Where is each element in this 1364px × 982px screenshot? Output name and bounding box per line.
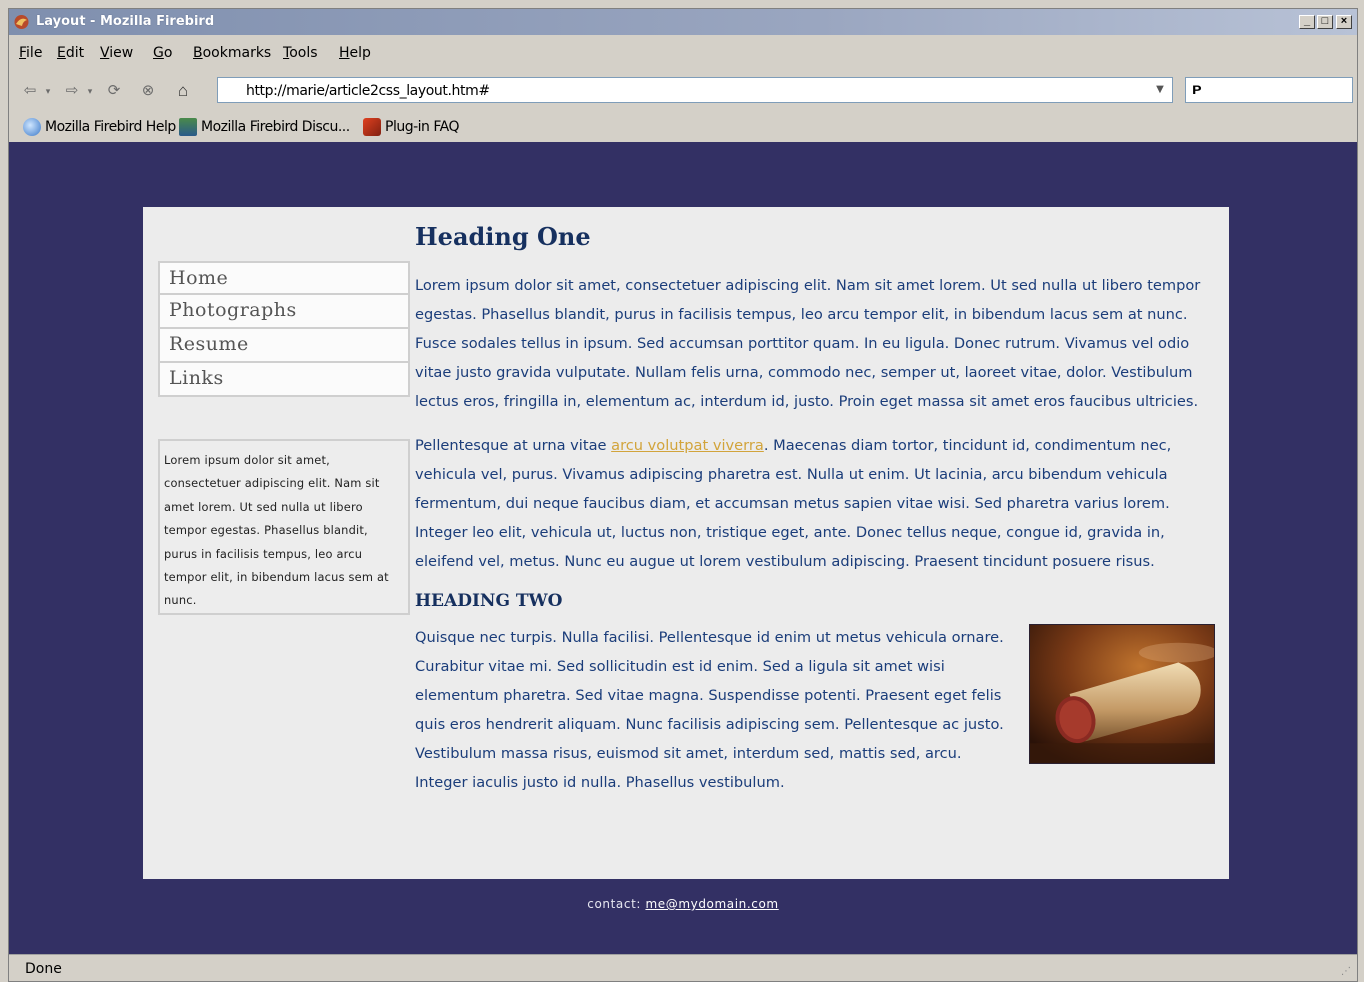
menu-bar: File Edit View Go Bookmarks Tools Help <box>9 43 1357 67</box>
bookmark-label: Plug-in FAQ <box>385 119 459 135</box>
search-input[interactable]: ᴘ <box>1185 77 1353 103</box>
paragraph-2-text: . Maecenas diam tortor, tincidunt id, co… <box>415 437 1172 570</box>
status-text: Done <box>25 961 62 977</box>
url-dropdown-icon[interactable]: ▼ <box>1152 82 1168 98</box>
bookmark-firebird-discussion[interactable]: Mozilla Firebird Discu... <box>179 118 350 136</box>
site-nav: Home Photographs Resume Links <box>158 261 410 397</box>
resize-grip-icon[interactable]: ⋰ <box>1341 966 1355 980</box>
contact-email-link[interactable]: me@mydomain.com <box>645 897 778 911</box>
search-icon[interactable]: ᴘ <box>1192 81 1202 99</box>
bookmark-firebird-help[interactable]: Mozilla Firebird Help <box>23 118 176 136</box>
menu-edit[interactable]: Edit <box>57 45 84 61</box>
home-icon[interactable]: ⌂ <box>172 81 194 101</box>
help-globe-icon <box>23 118 41 136</box>
url-bar[interactable]: http://marie/article2css_layout.htm# ▼ <box>217 77 1173 103</box>
inline-link[interactable]: arcu volutpat viverra <box>611 437 764 454</box>
heading-one: Heading One <box>415 222 591 251</box>
page-container: Home Photographs Resume Links Lorem ipsu… <box>143 207 1229 879</box>
browser-window: Layout - Mozilla Firebird _ □ × File Edi… <box>8 8 1358 982</box>
title-bar[interactable]: Layout - Mozilla Firebird _ □ × <box>9 9 1357 35</box>
nav-links[interactable]: Links <box>158 363 410 397</box>
window-title: Layout - Mozilla Firebird <box>36 14 215 29</box>
nav-home[interactable]: Home <box>158 261 410 295</box>
maximize-button[interactable]: □ <box>1317 15 1333 29</box>
reload-icon[interactable]: ⟳ <box>103 81 125 101</box>
bookmarks-toolbar: Mozilla Firebird Help Mozilla Firebird D… <box>9 113 1357 141</box>
menu-bookmarks[interactable]: Bookmarks <box>193 45 271 61</box>
zine-icon <box>179 118 197 136</box>
sidebar-text-box: Lorem ipsum dolor sit amet, consectetuer… <box>158 439 410 615</box>
nav-photographs[interactable]: Photographs <box>158 295 410 329</box>
bookmark-label: Mozilla Firebird Help <box>45 119 176 135</box>
back-dropdown-icon[interactable]: ▾ <box>37 81 59 101</box>
menu-go[interactable]: Go <box>153 45 172 61</box>
paragraph-1: Lorem ipsum dolor sit amet, consectetuer… <box>415 277 1201 410</box>
close-button[interactable]: × <box>1336 15 1352 29</box>
bookmark-plugin-faq[interactable]: Plug-in FAQ <box>363 118 459 136</box>
navigation-toolbar: ⇦ ▾ ⇨ ▾ ⟳ ⊗ ⌂ http://marie/article2css_l… <box>9 75 1357 105</box>
page-footer: contact: me@mydomain.com <box>9 897 1357 911</box>
status-bar: Done ⋰ <box>9 954 1357 982</box>
menu-tools[interactable]: Tools <box>283 45 318 61</box>
stop-icon[interactable]: ⊗ <box>137 81 159 101</box>
menu-view[interactable]: View <box>100 45 133 61</box>
main-content: Heading One Lorem ipsum dolor sit amet, … <box>415 221 1215 812</box>
page-viewport: Home Photographs Resume Links Lorem ipsu… <box>9 142 1357 954</box>
url-text[interactable]: http://marie/article2css_layout.htm# <box>246 83 490 99</box>
paragraph-2: Pellentesque at urna vitae arcu volutpat… <box>415 431 1215 576</box>
firebird-app-icon <box>14 15 29 29</box>
forward-dropdown-icon[interactable]: ▾ <box>79 81 101 101</box>
nav-resume[interactable]: Resume <box>158 329 410 363</box>
bookmark-label: Mozilla Firebird Discu... <box>201 119 350 135</box>
minimize-button[interactable]: _ <box>1299 15 1315 29</box>
menu-help[interactable]: Help <box>339 45 371 61</box>
menu-file[interactable]: File <box>19 45 42 61</box>
heading-two: HEADING TWO <box>415 591 563 611</box>
plugin-icon <box>363 118 381 136</box>
paragraph-2-text: Pellentesque at urna vitae <box>415 437 612 454</box>
footer-label: contact: <box>587 897 646 911</box>
cork-photo <box>1029 624 1215 764</box>
